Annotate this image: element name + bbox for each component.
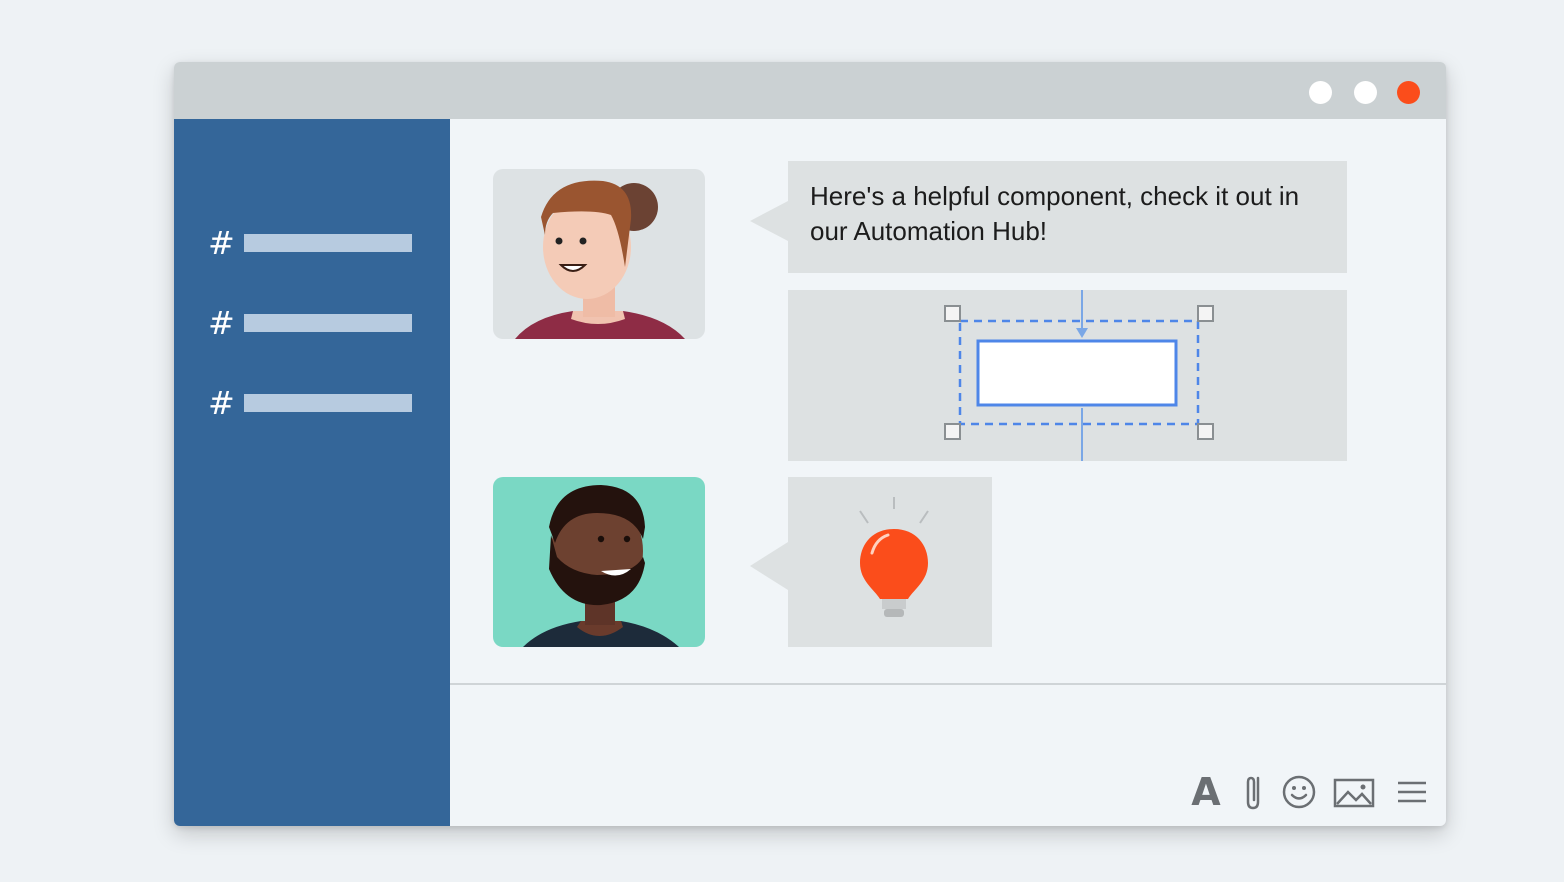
- title-bar: [174, 62, 1446, 119]
- component-selection-illustration: [944, 290, 1214, 461]
- message-text: Here's a helpful component, check it out…: [810, 181, 1300, 246]
- image-icon[interactable]: [1332, 772, 1376, 812]
- idea-bubble: [750, 477, 992, 647]
- composer-divider: [450, 683, 1446, 685]
- message-bubble-1: Here's a helpful component, check it out…: [750, 161, 1347, 273]
- channel-name-placeholder: [244, 314, 412, 332]
- channel-name-placeholder: [244, 234, 412, 252]
- chat-window: # # # Here's a helpful component, check …: [174, 62, 1446, 826]
- lightbulb-icon: [859, 497, 929, 617]
- minimize-button[interactable]: [1309, 81, 1332, 104]
- paperclip-glyph: [1246, 776, 1260, 810]
- hash-icon: #: [208, 384, 235, 422]
- woman-avatar[interactable]: [493, 169, 705, 339]
- menu-glyph: [1398, 781, 1426, 803]
- sidebar-channel-2[interactable]: #: [208, 304, 418, 342]
- sidebar-channel-3[interactable]: #: [208, 384, 418, 422]
- man-avatar[interactable]: [493, 477, 705, 647]
- channel-sidebar: # # #: [174, 119, 450, 826]
- hash-icon: #: [208, 224, 235, 262]
- sidebar-channel-1[interactable]: #: [208, 224, 418, 262]
- component-preview-card[interactable]: [788, 290, 1347, 461]
- close-button[interactable]: [1397, 81, 1420, 104]
- bubble-tail: [750, 201, 788, 241]
- maximize-button[interactable]: [1354, 81, 1377, 104]
- channel-name-placeholder: [244, 394, 412, 412]
- man-illustration: [523, 485, 679, 647]
- smiley-glyph: [1282, 775, 1316, 809]
- format-text-button[interactable]: A: [1186, 772, 1226, 812]
- menu-icon[interactable]: [1392, 772, 1432, 812]
- hash-icon: #: [208, 304, 235, 342]
- bubble-tail: [750, 542, 788, 590]
- paperclip-icon[interactable]: [1234, 772, 1274, 812]
- woman-illustration: [515, 180, 685, 339]
- image-glyph: [1333, 778, 1375, 808]
- emoji-icon[interactable]: [1279, 772, 1319, 812]
